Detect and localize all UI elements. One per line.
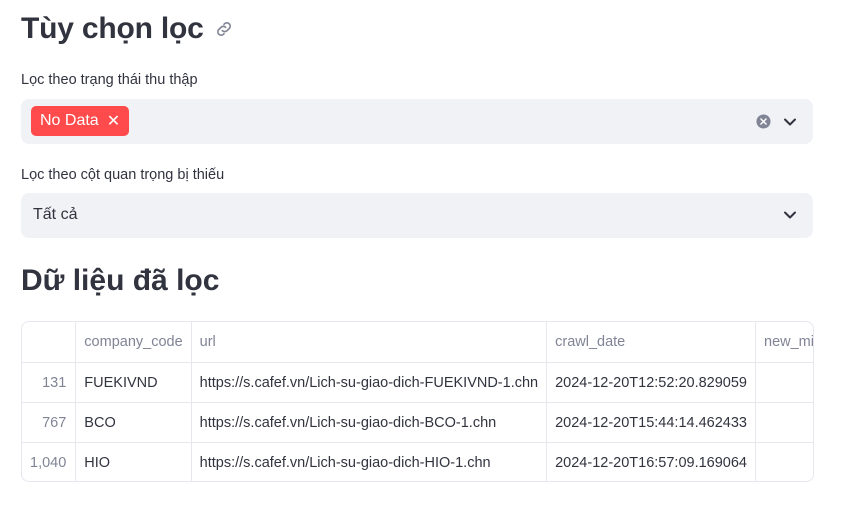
status-multiselect[interactable]: No Data ✕: [21, 99, 813, 144]
filtered-data-table[interactable]: company_code url crawl_date new_missin 1…: [21, 321, 814, 482]
row-index: 1,040: [22, 442, 77, 481]
close-icon[interactable]: ✕: [107, 111, 120, 131]
column-header-url[interactable]: url: [191, 322, 548, 363]
table-row[interactable]: 767 BCO https://s.cafef.vn/Lich-su-giao-…: [22, 402, 813, 443]
url-cell[interactable]: https://s.cafef.vn/Lich-su-giao-dich-FUE…: [191, 362, 548, 403]
status-tag[interactable]: No Data ✕: [31, 106, 130, 136]
new-missing-cell[interactable]: [755, 442, 813, 481]
filtered-data-title: Dữ liệu đã lọc: [21, 264, 220, 297]
column-header-new-missing[interactable]: new_missin: [755, 322, 813, 363]
link-icon[interactable]: [214, 19, 234, 39]
company-code-cell[interactable]: HIO: [75, 442, 192, 481]
column-header-company-code[interactable]: company_code: [75, 322, 192, 363]
crawl-date-cell[interactable]: 2024-12-20T15:44:14.462433: [546, 402, 756, 443]
new-missing-cell[interactable]: [755, 362, 813, 403]
filter-options-title: Tùy chọn lọc: [21, 12, 204, 45]
url-cell[interactable]: https://s.cafef.vn/Lich-su-giao-dich-BCO…: [191, 402, 548, 443]
filter-options-heading: Tùy chọn lọc: [21, 12, 234, 46]
missing-select-value: Tất cả: [33, 206, 78, 223]
status-filter-label: Lọc theo trạng thái thu thập: [21, 72, 198, 88]
table-row[interactable]: 131 FUEKIVND https://s.cafef.vn/Lich-su-…: [22, 362, 813, 403]
company-code-cell[interactable]: FUEKIVND: [75, 362, 192, 403]
column-header-crawl-date[interactable]: crawl_date: [546, 322, 756, 363]
column-header-index[interactable]: [22, 322, 77, 363]
missing-filter-label: Lọc theo cột quan trọng bị thiếu: [21, 167, 225, 183]
crawl-date-cell[interactable]: 2024-12-20T16:57:09.169064: [546, 442, 756, 481]
chevron-down-icon[interactable]: [783, 208, 797, 222]
clear-icon[interactable]: [756, 114, 771, 129]
new-missing-cell[interactable]: [755, 402, 813, 443]
url-cell[interactable]: https://s.cafef.vn/Lich-su-giao-dich-HIO…: [191, 442, 548, 481]
chevron-down-icon[interactable]: [783, 115, 797, 129]
row-index: 131: [22, 362, 77, 403]
status-tag-label: No Data: [40, 112, 99, 129]
row-index: 767: [22, 402, 77, 443]
missing-column-select[interactable]: Tất cả: [21, 193, 813, 238]
table-header-row: company_code url crawl_date new_missin: [22, 322, 813, 363]
company-code-cell[interactable]: BCO: [75, 402, 192, 443]
crawl-date-cell[interactable]: 2024-12-20T12:52:20.829059: [546, 362, 756, 403]
table-row[interactable]: 1,040 HIO https://s.cafef.vn/Lich-su-gia…: [22, 442, 813, 481]
